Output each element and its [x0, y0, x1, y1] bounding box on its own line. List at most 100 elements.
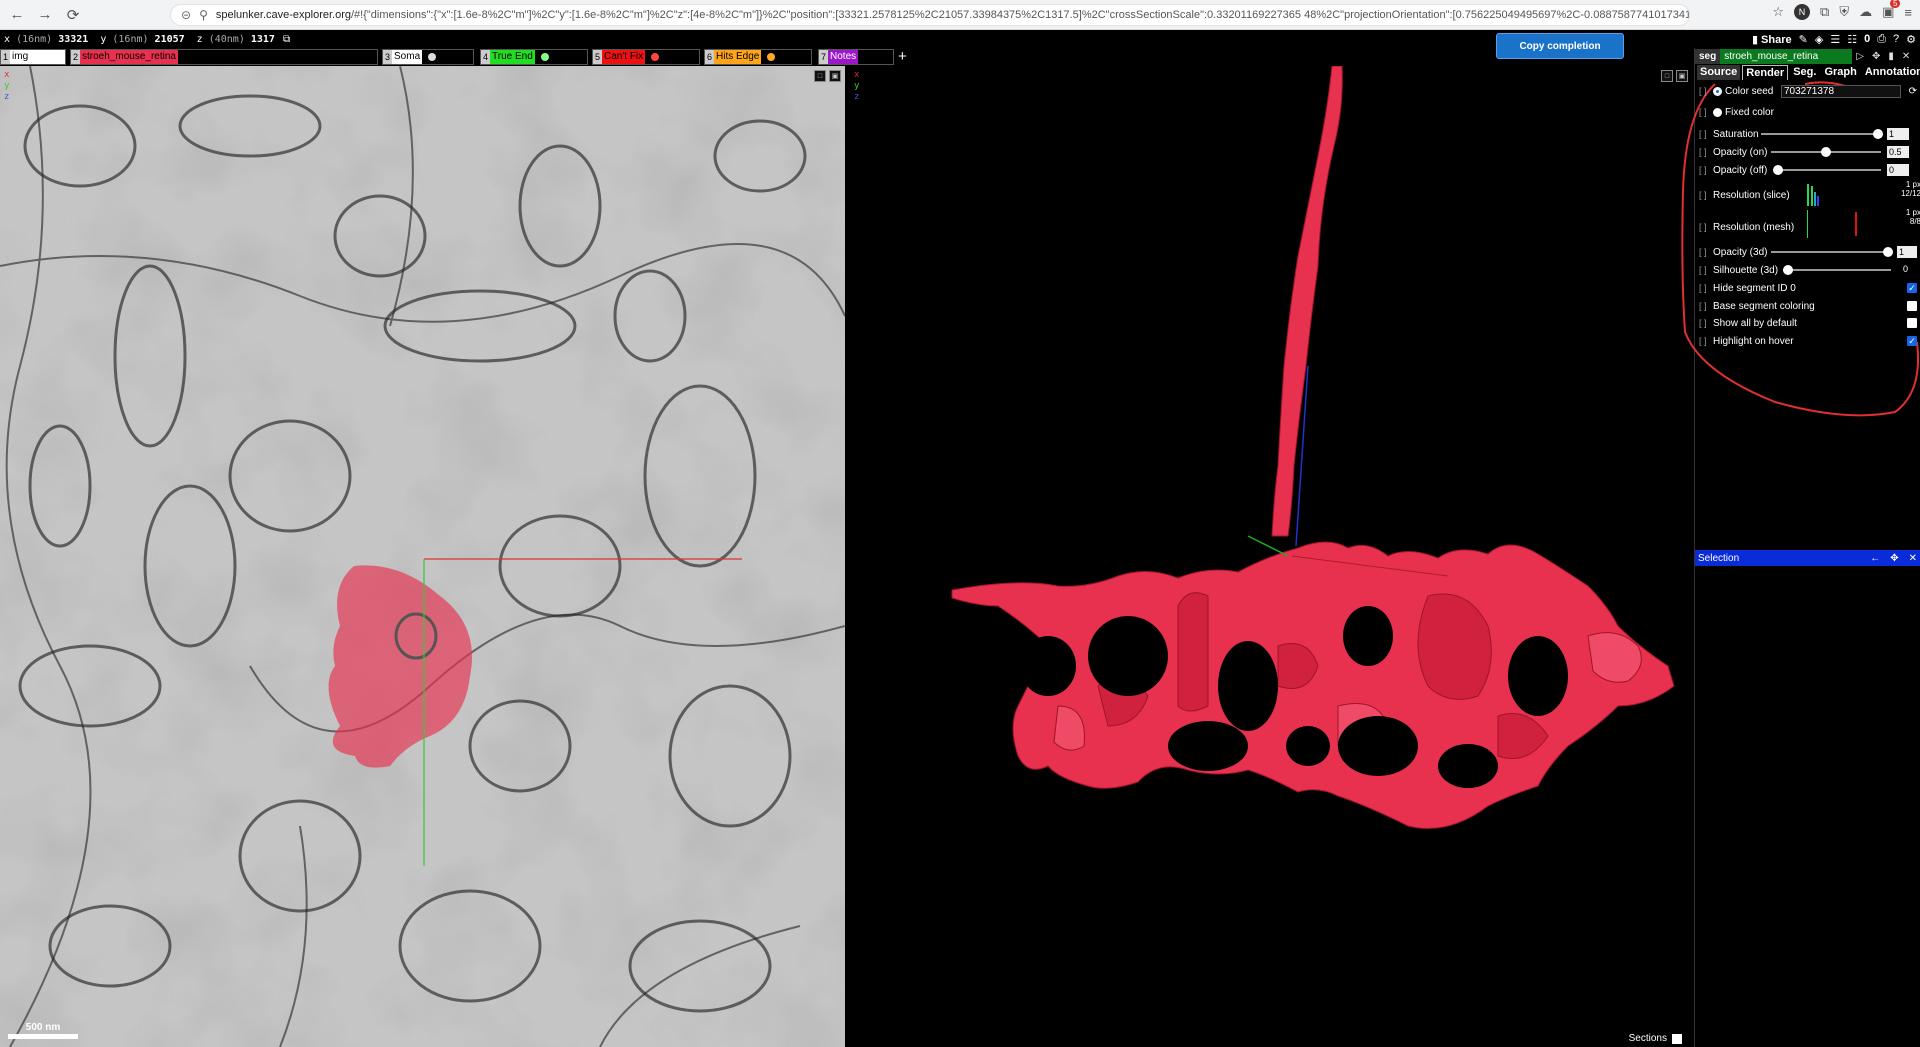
copy-completion-button[interactable]: Copy completion: [1496, 33, 1624, 59]
url-path: /#!{"dimensions":{"x":[1.6e-8%2C"m"]%2C"…: [351, 9, 1690, 21]
coord-z[interactable]: z (40nm) 1317: [197, 34, 275, 45]
layer-tab-notes[interactable]: 7 Notes: [818, 49, 894, 65]
opacity-on-value[interactable]: 0.5: [1887, 146, 1909, 158]
silhouette-3d-row: [ ] Silhouette (3d) 0: [1695, 263, 1920, 277]
bracket-icon: [ ]: [1699, 86, 1707, 96]
maximize-icon[interactable]: □: [814, 70, 826, 82]
bookmark-star-icon[interactable]: ☆: [1772, 4, 1784, 20]
visibility-icon[interactable]: ▷: [1856, 51, 1864, 62]
opacity-3d-slider[interactable]: [1771, 247, 1893, 257]
resolution-mesh-count: 8/8: [1909, 217, 1920, 226]
layer-tab-img[interactable]: 1 img: [0, 49, 66, 65]
url-domain: spelunker.cave-explorer.org: [215, 9, 351, 21]
close-icon[interactable]: ✕: [1902, 51, 1910, 62]
extension-badge-icon[interactable]: ▣ 5: [1882, 0, 1901, 20]
color-seed-input[interactable]: 703271378: [1781, 84, 1901, 98]
layout-toggle-icon[interactable]: ▣: [829, 70, 841, 82]
saturation-slider[interactable]: [1761, 129, 1883, 139]
highlight-on-hover-label: Highlight on hover: [1713, 335, 1794, 347]
show-all-by-default-label: Show all by default: [1713, 317, 1797, 329]
resolution-slice-histogram[interactable]: [1805, 182, 1825, 206]
base-segment-coloring-checkbox[interactable]: [1907, 301, 1917, 311]
layer-name-field[interactable]: stroeh_mouse_retina: [1720, 49, 1853, 64]
resolution-slice-row: [ ] Resolution (slice) 1 px 12/12: [1695, 180, 1920, 206]
resolution-slice-px: 1 px: [1905, 180, 1920, 189]
pin-icon[interactable]: ✥: [1890, 553, 1898, 564]
refresh-icon[interactable]: ⟳: [1909, 86, 1917, 97]
saturation-value[interactable]: 1: [1887, 128, 1909, 140]
layer-tab-true-end[interactable]: 4 True End: [480, 49, 588, 65]
silhouette-3d-slider[interactable]: [1783, 265, 1891, 275]
axis-x-label: x: [854, 70, 860, 80]
opacity-on-label: Opacity (on): [1713, 146, 1768, 158]
back-icon[interactable]: ←: [6, 4, 28, 26]
pin-icon[interactable]: ✥: [1872, 51, 1880, 62]
arrow-left-icon[interactable]: ←: [1870, 553, 1880, 564]
share-button[interactable]: ▮ Share: [1752, 33, 1792, 46]
opacity-off-value[interactable]: 0: [1887, 164, 1909, 176]
fixed-color-label: Fixed color: [1725, 106, 1774, 118]
settings-panel-icon[interactable]: ☷: [1847, 33, 1857, 46]
layers-icon[interactable]: ◈: [1815, 33, 1823, 46]
forward-icon[interactable]: →: [34, 4, 56, 26]
screenshot-icon[interactable]: ⎙: [1877, 33, 1886, 46]
pencil-icon[interactable]: ✎: [1799, 33, 1808, 46]
add-layer-button[interactable]: +: [898, 48, 907, 65]
em-slice-view[interactable]: x y z □ ▣ 500 nm: [0, 66, 845, 1047]
tune-icon[interactable]: ⚲: [199, 8, 208, 22]
menu-icon[interactable]: ≡: [1904, 5, 1912, 20]
hide-segment-0-checkbox[interactable]: ✓: [1907, 283, 1917, 293]
trash-icon[interactable]: ▮: [1888, 51, 1894, 62]
slider-knob[interactable]: [1873, 129, 1883, 139]
slider-knob[interactable]: [1783, 265, 1793, 275]
highlight-on-hover-row: [ ] Highlight on hover ✓: [1695, 334, 1920, 348]
shield-icon[interactable]: ⛨: [1839, 4, 1849, 20]
resolution-mesh-histogram[interactable]: [1805, 210, 1865, 238]
top-right-toolbar: ▮ Share ✎ ◈ ☰ ☷ 0 ⎙ ? ⚙: [1752, 30, 1916, 48]
opacity-off-slider[interactable]: [1773, 165, 1881, 175]
layer-bar: 1 img 2 stroeh_mouse_retina 3 Soma 4 True En…: [0, 48, 1690, 66]
silhouette-3d-value[interactable]: 0: [1903, 264, 1908, 274]
help-button[interactable]: ?: [1893, 33, 1899, 45]
profile-n-icon[interactable]: N: [1794, 4, 1811, 20]
site-info-icon[interactable]: ⊝: [181, 8, 191, 22]
copy-position-icon[interactable]: ⧉: [283, 34, 290, 45]
layer-side-panel: seg stroeh_mouse_retina ▷ ✥ ▮ ✕ Source R…: [1681, 48, 1920, 1047]
reload-icon[interactable]: ⟳: [62, 4, 84, 26]
slider-knob[interactable]: [1821, 147, 1831, 157]
close-icon[interactable]: ✕: [1909, 553, 1917, 564]
fixed-color-row: [ ] Fixed color: [1695, 105, 1920, 119]
axis-y-label: y: [4, 81, 10, 91]
saturation-label: Saturation: [1713, 128, 1759, 140]
coord-y[interactable]: y (16nm) 21057: [100, 34, 184, 45]
neuron-mesh[interactable]: [951, 66, 1675, 829]
sections-checkbox[interactable]: [1672, 1033, 1682, 1044]
layer-tab-soma[interactable]: 3 Soma: [382, 49, 474, 65]
opacity-on-slider[interactable]: [1771, 147, 1881, 157]
layer-color-dot: [540, 53, 549, 61]
fixed-color-radio[interactable]: [1713, 107, 1722, 117]
opacity-on-row: [ ] Opacity (on) 0.5: [1695, 145, 1920, 159]
layer-label: Soma: [392, 50, 423, 64]
axis-x-label: x: [4, 70, 10, 80]
slider-knob[interactable]: [1773, 165, 1783, 175]
slider-knob[interactable]: [1883, 247, 1893, 257]
opacity-3d-value[interactable]: 1: [1897, 246, 1917, 258]
show-all-by-default-checkbox[interactable]: [1907, 318, 1917, 328]
layout-icon[interactable]: ☰: [1830, 33, 1840, 46]
layer-tab-hits-edge[interactable]: 6 Hits Edge: [704, 49, 812, 65]
gear-icon[interactable]: ⚙: [1906, 33, 1916, 46]
layer-tab-cant-fix[interactable]: 5 Can't Fix: [592, 49, 700, 65]
layer-number: 7: [819, 50, 829, 64]
cloud-icon[interactable]: ☁: [1859, 4, 1872, 20]
sections-toggle[interactable]: Sections: [1629, 1033, 1682, 1044]
highlight-on-hover-checkbox[interactable]: ✓: [1907, 336, 1917, 346]
mesh-render: [951, 66, 1675, 829]
layer-tab-segmentation[interactable]: 2 stroeh_mouse_retina: [70, 49, 378, 65]
color-seed-radio[interactable]: [1713, 86, 1722, 96]
coord-x[interactable]: x (16nm) 33321: [4, 34, 88, 45]
3d-mesh-view[interactable]: x y z □ ▣ Sections: [848, 66, 1692, 1047]
address-bar[interactable]: ⊝ ⚲ spelunker.cave-explorer.org/#!{"dime…: [170, 4, 1690, 26]
extension-puzzle-icon[interactable]: ⧉: [1820, 4, 1829, 20]
layer-label: Notes: [828, 50, 859, 64]
